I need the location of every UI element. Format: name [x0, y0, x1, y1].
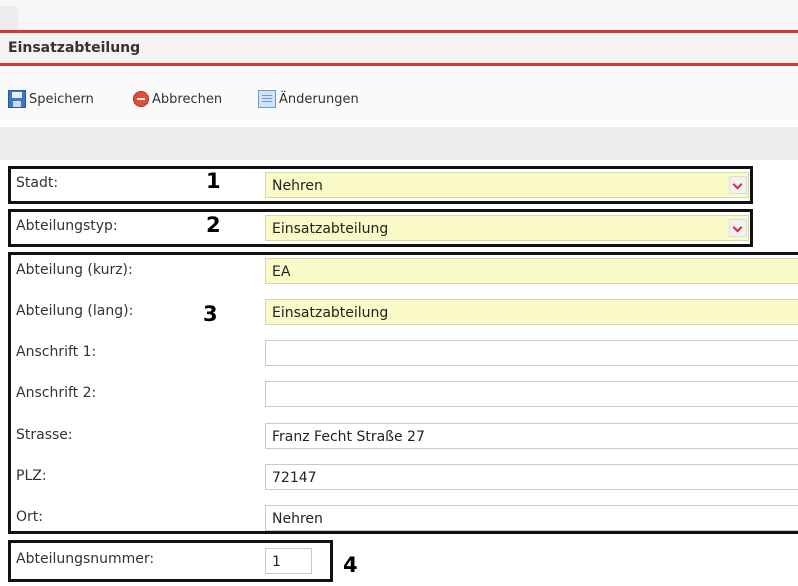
plz-label: PLZ: — [16, 468, 47, 484]
anschrift1-field[interactable] — [265, 340, 798, 366]
annotation-number-3: 3 — [203, 302, 218, 326]
strasse-value: Franz Fecht Straße 27 — [272, 429, 425, 445]
toolbar: Speichern Abbrechen Änderungen — [0, 66, 798, 120]
save-button[interactable]: Speichern — [8, 89, 94, 109]
abteilung-kurz-field[interactable]: EA — [265, 258, 798, 284]
abteilungsnummer-field[interactable]: 1 — [265, 548, 312, 574]
annotation-number-4: 4 — [343, 553, 358, 577]
annotation-number-2: 2 — [206, 213, 221, 237]
save-icon — [8, 90, 26, 108]
stadt-dropdown-icon[interactable] — [729, 176, 747, 194]
strasse-field[interactable]: Franz Fecht Straße 27 — [265, 423, 798, 449]
stadt-value: Nehren — [272, 178, 323, 194]
top-strip — [0, 0, 798, 30]
plz-field[interactable]: 72147 — [265, 464, 798, 490]
window-tab[interactable] — [0, 6, 18, 30]
anschrift1-label: Anschrift 1: — [16, 344, 97, 360]
cancel-icon — [133, 91, 149, 107]
abteilungstyp-label: Abteilungstyp: — [16, 218, 118, 234]
abteilung-kurz-label: Abteilung (kurz): — [16, 262, 133, 278]
anschrift2-label: Anschrift 2: — [16, 385, 97, 401]
cancel-button[interactable]: Abbrechen — [133, 89, 222, 109]
panel-header: Einsatzabteilung — [0, 33, 798, 63]
panel-title: Einsatzabteilung — [8, 40, 141, 56]
cancel-label: Abbrechen — [152, 91, 223, 107]
changes-button[interactable]: Änderungen — [258, 89, 359, 109]
anschrift2-field[interactable] — [265, 381, 798, 407]
stadt-select[interactable]: Nehren — [265, 172, 749, 198]
abteilungstyp-dropdown-icon[interactable] — [729, 219, 747, 237]
section-bar — [0, 127, 798, 160]
changes-icon — [258, 90, 276, 108]
annotation-number-1: 1 — [206, 169, 221, 193]
abteilungsnummer-value: 1 — [272, 554, 281, 570]
abteilungstyp-value: Einsatzabteilung — [272, 221, 389, 237]
abteilung-lang-field[interactable]: Einsatzabteilung — [265, 299, 798, 325]
abteilungsnummer-label: Abteilungsnummer: — [16, 551, 155, 567]
abteilungstyp-select[interactable]: Einsatzabteilung — [265, 215, 749, 241]
stadt-label: Stadt: — [16, 175, 59, 191]
ort-field[interactable]: Nehren — [265, 505, 798, 531]
abteilung-lang-label: Abteilung (lang): — [16, 303, 134, 319]
changes-label: Änderungen — [279, 91, 359, 107]
strasse-label: Strasse: — [16, 427, 73, 443]
save-label: Speichern — [29, 91, 94, 107]
abteilung-kurz-value: EA — [272, 264, 291, 280]
ort-value: Nehren — [272, 511, 323, 527]
ort-label: Ort: — [16, 509, 43, 525]
plz-value: 72147 — [272, 470, 317, 486]
abteilung-lang-value: Einsatzabteilung — [272, 305, 389, 321]
